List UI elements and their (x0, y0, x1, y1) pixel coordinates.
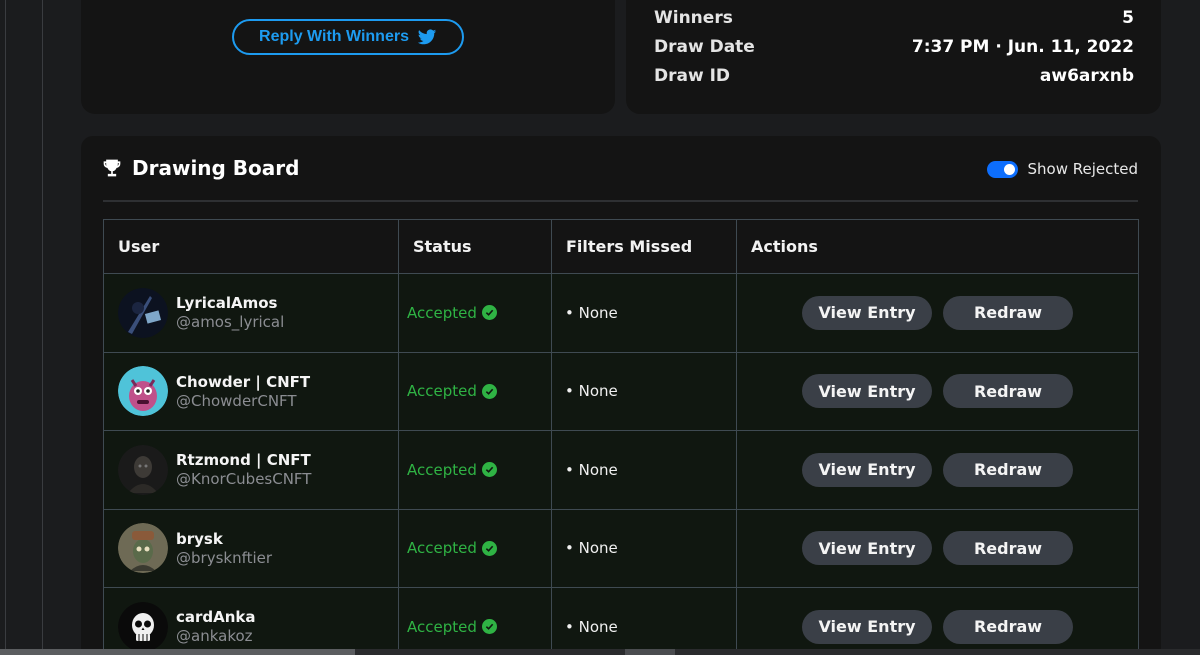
user-handle[interactable]: @KnorCubesCNFT (176, 470, 311, 488)
view-entry-button[interactable]: View Entry (802, 452, 932, 487)
user-cell: brysk @brysknftier (103, 508, 399, 588)
drawing-board-title: Drawing Board (102, 156, 299, 180)
user-handle[interactable]: @ankakoz (176, 627, 256, 645)
drawing-board-title-text: Drawing Board (132, 156, 300, 180)
filters-missed-value: • None (565, 303, 618, 322)
status-text: Accepted (407, 539, 477, 558)
board-divider (103, 200, 1138, 202)
header-actions: Actions (736, 219, 1139, 274)
twitter-icon (417, 29, 437, 45)
status-cell: Accepted (398, 351, 552, 431)
table-row: Rtzmond | CNFT @KnorCubesCNFT Accepted •… (103, 430, 1139, 510)
redraw-button[interactable]: Redraw (943, 452, 1073, 487)
status-cell: Accepted (398, 587, 552, 655)
actions-cell: View Entry Redraw (736, 273, 1139, 353)
entries-table: User Status Filters Missed Actions Lyric… (103, 219, 1139, 655)
filters-cell: • None (551, 351, 737, 431)
actions-cell: View Entry Redraw (736, 351, 1139, 431)
toggle-knob (1003, 163, 1015, 175)
draw-date-value: 7:37 PM · Jun. 11, 2022 (911, 37, 1134, 57)
winners-label: Winners (654, 8, 733, 28)
view-entry-button[interactable]: View Entry (802, 374, 932, 409)
avatar[interactable] (118, 444, 168, 495)
trophy-icon (103, 159, 121, 177)
reply-with-winners-button[interactable]: Reply With Winners (232, 19, 464, 55)
user-cell: Chowder | CNFT @ChowderCNFT (103, 351, 399, 431)
avatar[interactable] (118, 366, 168, 417)
filters-cell: • None (551, 587, 737, 655)
status-cell: Accepted (398, 273, 552, 353)
user-handle[interactable]: @ChowderCNFT (176, 392, 310, 410)
user-cell: Rtzmond | CNFT @KnorCubesCNFT (103, 430, 399, 510)
redraw-button[interactable]: Redraw (943, 531, 1073, 566)
redraw-button[interactable]: Redraw (943, 374, 1073, 409)
table-header-row: User Status Filters Missed Actions (103, 219, 1139, 274)
check-circle-icon (481, 462, 497, 478)
filters-missed-value: • None (565, 460, 618, 479)
status-text: Accepted (407, 303, 477, 322)
status-text: Accepted (407, 382, 477, 401)
filters-cell: • None (551, 273, 737, 353)
actions-cell: View Entry Redraw (736, 508, 1139, 588)
header-filters-missed: Filters Missed (551, 219, 737, 274)
check-circle-icon (481, 619, 497, 635)
filters-missed-value: • None (565, 382, 618, 401)
avatar[interactable] (118, 287, 168, 338)
draw-id-row: Draw ID aw6arxnb (654, 66, 1134, 86)
header-user: User (103, 219, 399, 274)
redraw-button[interactable]: Redraw (943, 609, 1073, 644)
status-cell: Accepted (398, 430, 552, 510)
results-card (81, 0, 615, 114)
user-name[interactable]: Chowder | CNFT (176, 373, 310, 391)
show-rejected-toggle[interactable] (986, 160, 1018, 178)
draw-date-row: Draw Date 7:37 PM · Jun. 11, 2022 (654, 37, 1134, 57)
user-name[interactable]: cardAnka (176, 608, 256, 626)
show-rejected-control: Show Rejected (986, 160, 1139, 178)
avatar[interactable] (118, 601, 168, 652)
draw-id-value: aw6arxnb (1039, 66, 1134, 86)
user-handle[interactable]: @brysknftier (176, 549, 272, 567)
winners-value: 5 (1122, 8, 1134, 28)
scrollbar-thumb[interactable] (0, 649, 355, 655)
filters-missed-value: • None (565, 617, 618, 636)
avatar[interactable] (118, 523, 168, 574)
view-entry-button[interactable]: View Entry (802, 295, 932, 330)
check-circle-icon (481, 383, 497, 399)
actions-cell: View Entry Redraw (736, 587, 1139, 655)
user-name[interactable]: LyricalAmos (176, 294, 284, 312)
user-cell: LyricalAmos @amos_lyrical (103, 273, 399, 353)
status-text: Accepted (407, 617, 477, 636)
check-circle-icon (481, 540, 497, 556)
left-gutter-line (42, 0, 43, 655)
scrollbar-thumb-secondary[interactable] (625, 649, 675, 655)
table-row: cardAnka @ankakoz Accepted • None View E… (103, 587, 1139, 655)
status-cell: Accepted (398, 508, 552, 588)
draw-id-label: Draw ID (654, 66, 731, 86)
view-entry-button[interactable]: View Entry (802, 609, 932, 644)
winners-row: Winners 5 (654, 8, 1134, 28)
user-cell: cardAnka @ankakoz (103, 587, 399, 655)
table-row: LyricalAmos @amos_lyrical Accepted • Non… (103, 273, 1139, 353)
table-row: Chowder | CNFT @ChowderCNFT Accepted • N… (103, 351, 1139, 431)
actions-cell: View Entry Redraw (736, 430, 1139, 510)
user-name[interactable]: brysk (176, 530, 272, 548)
horizontal-scrollbar[interactable] (0, 649, 1200, 655)
filters-missed-value: • None (565, 539, 618, 558)
redraw-button[interactable]: Redraw (943, 295, 1073, 330)
table-row: brysk @brysknftier Accepted • None View … (103, 508, 1139, 588)
left-border-line (5, 0, 6, 655)
show-rejected-label: Show Rejected (1027, 160, 1139, 178)
draw-date-label: Draw Date (654, 37, 755, 57)
status-text: Accepted (407, 460, 477, 479)
check-circle-icon (481, 305, 497, 321)
header-status: Status (398, 219, 552, 274)
reply-button-label: Reply With Winners (259, 28, 409, 45)
user-name[interactable]: Rtzmond | CNFT (176, 451, 311, 469)
filters-cell: • None (551, 508, 737, 588)
view-entry-button[interactable]: View Entry (802, 531, 932, 566)
user-handle[interactable]: @amos_lyrical (176, 313, 284, 331)
filters-cell: • None (551, 430, 737, 510)
